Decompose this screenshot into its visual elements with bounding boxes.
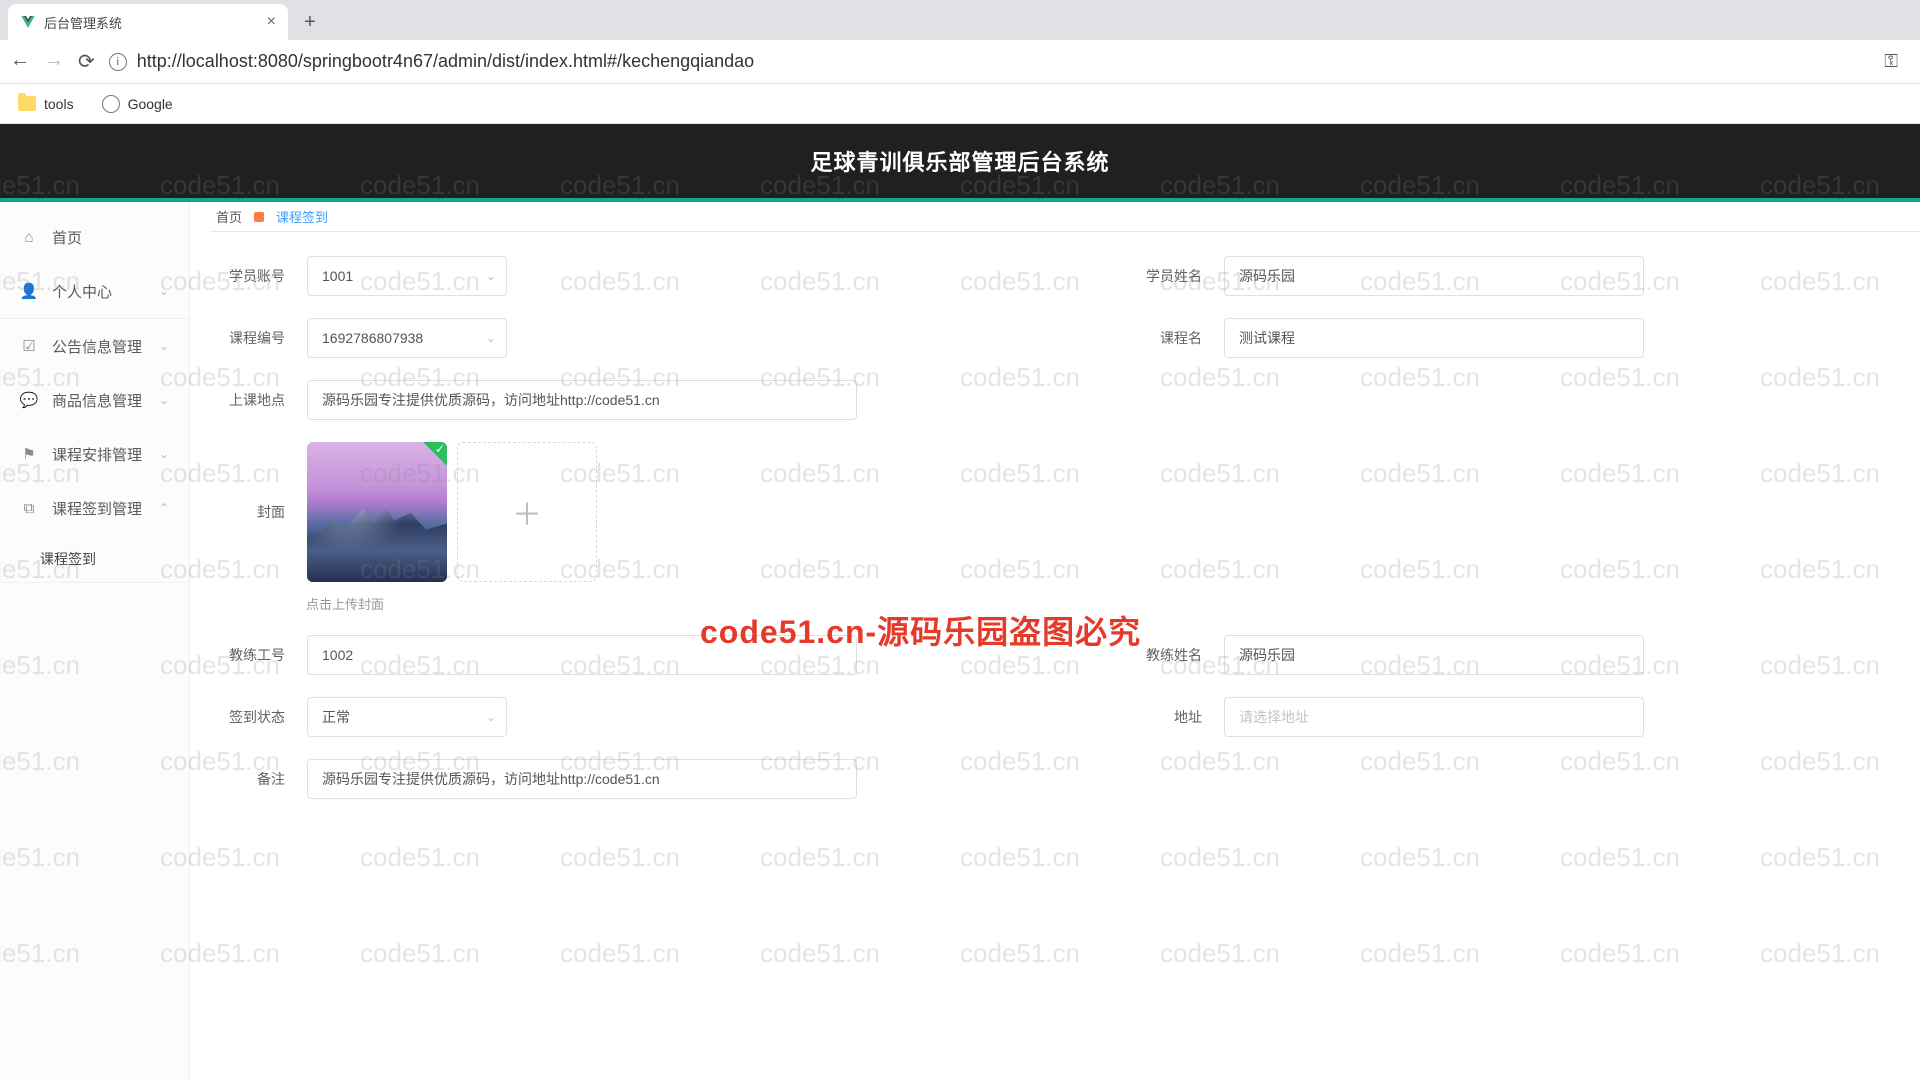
url-text: http://localhost:8080/springbootr4n67/ad… [137,51,754,72]
upload-cover-button[interactable]: ＋ [457,442,597,582]
breadcrumb-current[interactable]: 课程签到 [276,207,328,226]
browser-tab[interactable]: 后台管理系统 × [8,4,288,40]
chevron-down-icon: ⌄ [159,339,169,353]
globe-icon [102,95,120,113]
bookmark-google[interactable]: Google [102,95,173,113]
student-name-input[interactable]: 源码乐园 [1224,256,1644,296]
flag-icon: ⚑ [20,445,38,463]
app-title: 足球青训俱乐部管理后台系统 [810,145,1109,177]
label-coach-no: 教练工号 [210,645,285,665]
label-location: 上课地点 [210,390,285,410]
sidebar-item-home[interactable]: ⌂ 首页 [0,210,189,264]
bookmark-tools[interactable]: tools [18,96,74,112]
sidebar-item-schedule[interactable]: ⚑ 课程安排管理 ⌄ [0,427,189,481]
sidebar: ⌂ 首页 👤 个人中心 ⌄ ☑ 公告信息管理 ⌄ 💬 商品信息管理 ⌄ ⚑ 课程… [0,202,190,1080]
student-account-select[interactable]: 1001 ⌄ [307,256,507,296]
tab-close-icon[interactable]: × [267,13,276,31]
label-coach-name: 教练姓名 [1107,645,1202,665]
reload-button[interactable]: ⟳ [78,49,95,74]
label-cover: 封面 [210,502,285,522]
check-corner-icon [423,442,447,466]
course-no-select[interactable]: 1692786807938 ⌄ [307,318,507,358]
breadcrumb: 首页 课程签到 [210,202,1920,232]
coach-no-input[interactable]: 1002 [307,635,857,675]
coach-name-input[interactable]: 源码乐园 [1224,635,1644,675]
label-address: 地址 [1107,707,1202,727]
back-button[interactable]: ← [10,49,30,74]
chat-icon: 💬 [20,391,38,409]
course-name-input[interactable]: 测试课程 [1224,318,1644,358]
chevron-down-icon: ⌄ [486,331,496,345]
home-icon: ⌂ [20,228,38,246]
user-icon: 👤 [20,282,38,300]
new-tab-button[interactable]: + [296,8,324,36]
chevron-down-icon: ⌄ [159,284,169,298]
plus-icon: ＋ [512,490,542,534]
sign-status-select[interactable]: 正常 ⌄ [307,697,507,737]
checkbox-icon: ☑ [20,337,38,355]
sidebar-item-goods[interactable]: 💬 商品信息管理 ⌄ [0,373,189,427]
password-key-icon[interactable]: ⚿ [1884,51,1898,72]
site-info-icon[interactable]: i [109,53,127,71]
breadcrumb-home[interactable]: 首页 [216,207,242,226]
cover-thumbnail[interactable] [307,442,447,582]
label-student-name: 学员姓名 [1107,266,1202,286]
sidebar-sub-signin[interactable]: 课程签到 [0,535,189,583]
chevron-up-icon: ⌃ [159,501,169,515]
label-course-name: 课程名 [1107,328,1202,348]
sidebar-item-announce[interactable]: ☑ 公告信息管理 ⌄ [0,319,189,373]
copy-icon: ⧉ [20,499,38,517]
tab-title: 后台管理系统 [44,13,122,32]
content-area: 首页 课程签到 学员账号 1001 ⌄ 学员姓名 源码乐园 [190,202,1920,1080]
address-bar[interactable]: i http://localhost:8080/springbootr4n67/… [109,51,1871,72]
location-input[interactable]: 源码乐园专注提供优质源码，访问地址http://code51.cn [307,380,857,420]
remark-input[interactable]: 源码乐园专注提供优质源码，访问地址http://code51.cn [307,759,857,799]
sidebar-item-profile[interactable]: 👤 个人中心 ⌄ [0,264,189,318]
address-input[interactable]: 请选择地址 [1224,697,1644,737]
forward-button[interactable]: → [44,49,64,74]
label-course-no: 课程编号 [210,328,285,348]
label-sign-status: 签到状态 [210,707,285,727]
chevron-down-icon: ⌄ [159,393,169,407]
label-remark: 备注 [210,769,285,789]
vue-favicon-icon [20,14,36,30]
chevron-down-icon: ⌄ [486,710,496,724]
chevron-down-icon: ⌄ [486,269,496,283]
upload-hint: 点击上传封面 [306,594,1920,613]
sidebar-item-signin[interactable]: ⧉ 课程签到管理 ⌃ [0,481,189,535]
label-student-account: 学员账号 [210,266,285,286]
app-header: 足球青训俱乐部管理后台系统 [0,124,1920,198]
folder-icon [18,96,36,111]
chevron-down-icon: ⌄ [159,447,169,461]
breadcrumb-dot-icon [254,212,264,222]
